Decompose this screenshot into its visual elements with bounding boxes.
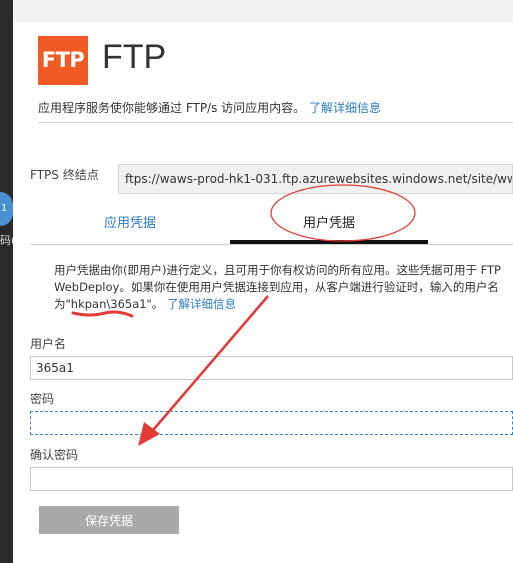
credential-tabs: 应用凭据 用户凭据 (30, 208, 513, 245)
username-input[interactable]: 365a1 (30, 356, 513, 380)
subtitle-text: 应用程序服务使你能够通过 FTP/s 访问应用内容。 (38, 101, 306, 115)
rail-label: 码( (0, 234, 13, 247)
learn-more-link[interactable]: 了解详细信息 (309, 101, 381, 115)
save-credentials-button[interactable]: 保存凭据 (39, 506, 179, 534)
endpoint-field[interactable]: ftps://waws-prod-hk1-031.ftp.azurewebsit… (118, 164, 513, 194)
endpoint-label: FTPS 终结点 (30, 168, 99, 182)
tab-app-credentials[interactable]: 应用凭据 (75, 208, 185, 244)
description-learn-more-link[interactable]: 了解详细信息 (167, 297, 236, 311)
page-subtitle: 应用程序服务使你能够通过 FTP/s 访问应用内容。 了解详细信息 (38, 99, 381, 116)
description-line-3: 为"hkpan\365a1"。 了解详细信息 (54, 296, 513, 313)
confirm-password-label: 确认密码 (30, 448, 79, 462)
username-label: 用户名 (30, 337, 67, 351)
top-strip (13, 0, 513, 22)
ftp-logo: FTP (38, 36, 88, 85)
tab-user-credentials[interactable]: 用户凭据 (230, 208, 428, 244)
description-line-2: WebDeploy。如果你在使用用户凭据连接到应用，从客户端进行验证时，输入的用… (54, 280, 499, 294)
password-label: 密码 (30, 392, 55, 406)
left-rail: 1 码( (0, 0, 13, 563)
confirm-password-input[interactable] (30, 467, 513, 491)
description-username: 为"hkpan\365a1"。 (54, 297, 164, 311)
description-line-1: 用户凭据由你(即用户)进行定义，且可用于你有权访问的所有应用。这些凭据可用于 F… (54, 263, 501, 277)
rail-badge[interactable]: 1 (0, 192, 13, 226)
password-input[interactable] (30, 411, 513, 435)
page-title: FTP (102, 38, 167, 76)
user-credentials-description: 用户凭据由你(即用户)进行定义，且可用于你有权访问的所有应用。这些凭据可用于 F… (54, 262, 513, 313)
header-divider (38, 122, 513, 123)
